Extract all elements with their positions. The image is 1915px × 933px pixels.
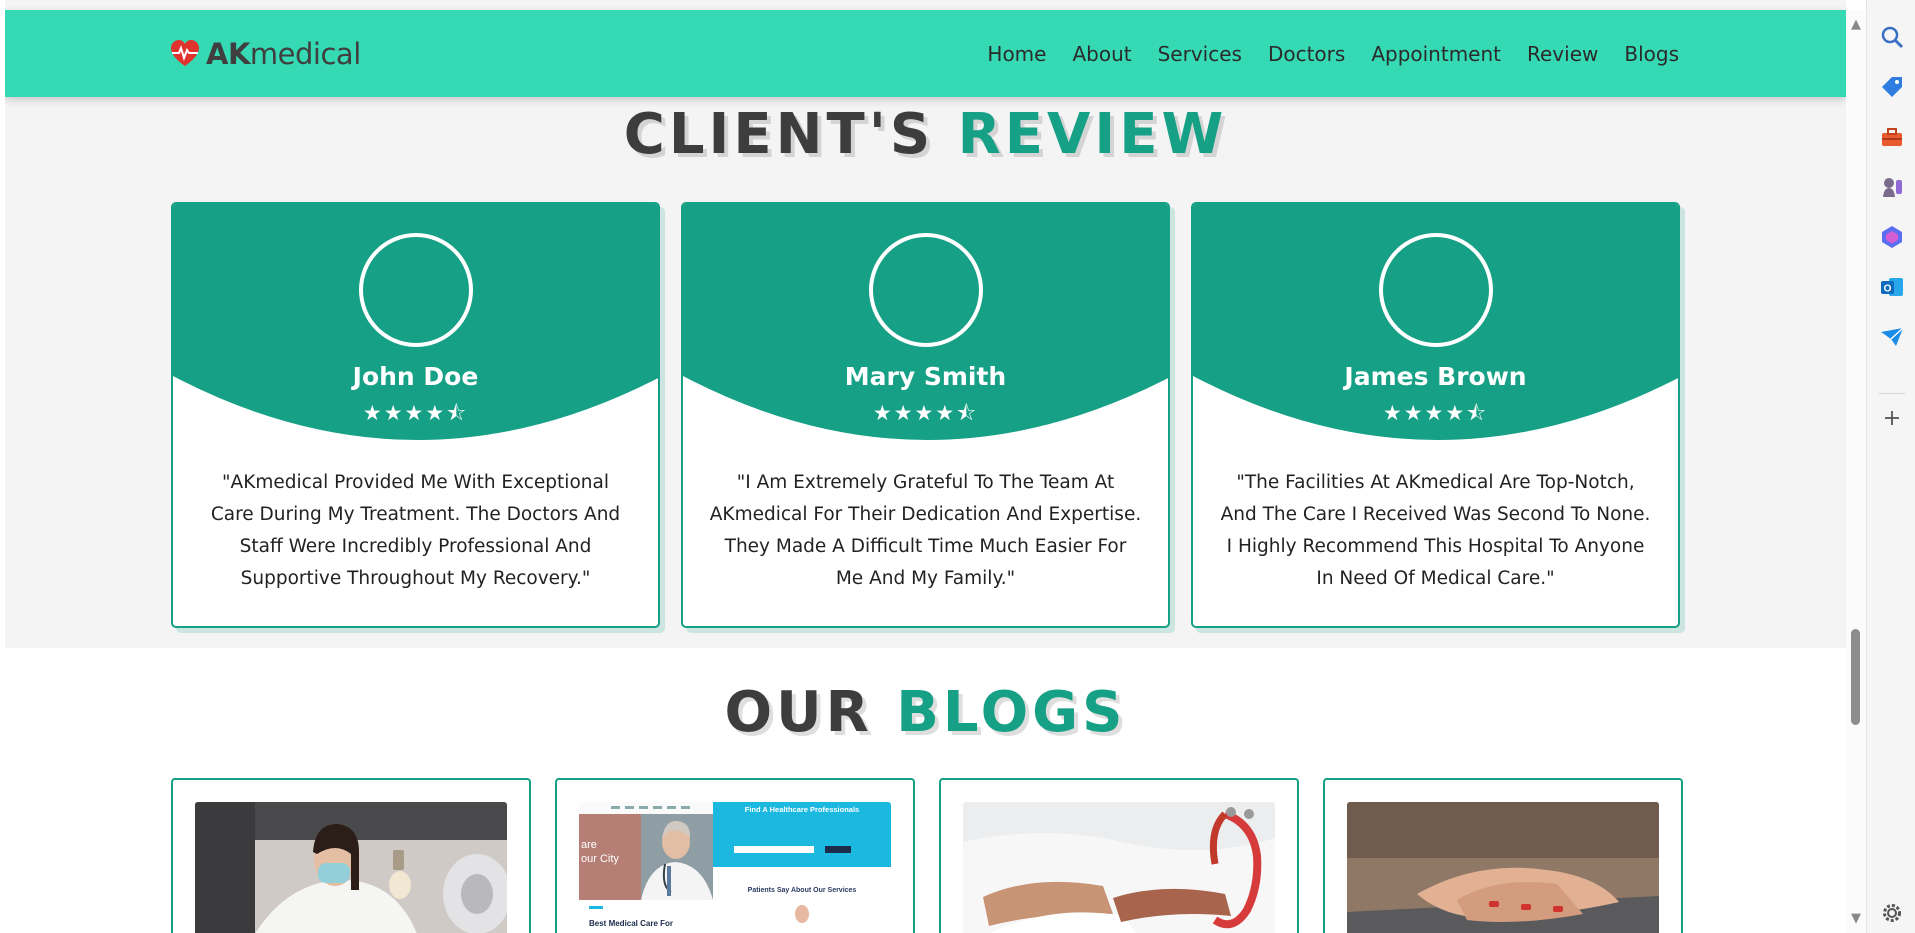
blogs-section-title: OUR BLOGS	[5, 680, 1846, 745]
heart-pulse-icon	[171, 39, 199, 66]
logo-text-bold: AK	[206, 36, 250, 71]
nav-home[interactable]: Home	[987, 42, 1046, 66]
review-section-title: CLIENT'S REVIEW	[5, 102, 1846, 167]
client-name: John Doe	[352, 362, 479, 391]
search-icon[interactable]	[1879, 24, 1905, 50]
blog-image-doctor[interactable]	[963, 802, 1275, 933]
scrollbar-thumb[interactable]	[1851, 629, 1860, 725]
send-icon[interactable]	[1879, 324, 1905, 350]
rating-stars: ★★★★⯪	[872, 401, 979, 425]
nav-services[interactable]: Services	[1158, 42, 1242, 66]
screenshot-subheading: Patients Say About Our Services	[748, 887, 857, 894]
blog-card[interactable]: are our City Find A Healthcare Professio…	[555, 778, 915, 933]
avatar	[869, 233, 983, 347]
nav-appointment[interactable]: Appointment	[1371, 42, 1501, 66]
webpage: AK medical Home About Services Doctors Ap…	[5, 0, 1846, 933]
review-quote: "The Facilities At AKmedical Are Top-Not…	[1220, 472, 1651, 589]
review-title-accent: REVIEW	[957, 102, 1228, 167]
toolbox-icon[interactable]	[1879, 124, 1905, 150]
blog-card[interactable]	[939, 778, 1299, 933]
site-logo[interactable]: AK medical	[170, 10, 361, 97]
review-card: John Doe ★★★★⯪ "AKmedical Provided Me Wi…	[171, 202, 660, 628]
outlook-icon[interactable]: O	[1879, 274, 1905, 300]
screenshot-heading: Find A Healthcare Professionals	[745, 805, 859, 814]
browser-sidebar: O	[1866, 0, 1915, 933]
review-quote: "AKmedical Provided Me With Exceptional …	[210, 472, 621, 589]
blogs-title-accent: BLOGS	[896, 680, 1127, 745]
nav-about[interactable]: About	[1072, 42, 1131, 66]
sidebar-divider	[1879, 393, 1905, 394]
logo-text-regular: medical	[249, 36, 361, 71]
blog-card[interactable]	[171, 778, 531, 933]
copilot-icon[interactable]	[1879, 224, 1905, 250]
blog-image-website[interactable]: are our City Find A Healthcare Professio…	[579, 802, 891, 933]
rating-stars: ★★★★⯪	[362, 401, 469, 425]
main-nav: Home About Services Doctors Appointment …	[961, 10, 1679, 97]
svg-text:O: O	[1884, 284, 1892, 295]
page-scrollbar[interactable]	[1846, 10, 1866, 933]
client-name: Mary Smith	[844, 362, 1007, 391]
review-card: Mary Smith ★★★★⯪ "I Am Extremely Gratefu…	[681, 202, 1170, 628]
screenshot-left-text-2: our City	[581, 853, 619, 865]
settings-icon[interactable]	[1879, 900, 1905, 926]
nav-blogs[interactable]: Blogs	[1624, 42, 1679, 66]
blogs-title-dark: OUR	[724, 680, 873, 745]
review-quote: "I Am Extremely Grateful To The Team At …	[709, 472, 1142, 589]
nav-doctors[interactable]: Doctors	[1268, 42, 1345, 66]
avatar	[359, 233, 473, 347]
screenshot-bottom-text: Best Medical Care For	[589, 919, 673, 928]
client-name: James Brown	[1344, 362, 1527, 391]
site-header: AK medical Home About Services Doctors Ap…	[5, 10, 1846, 97]
add-icon[interactable]	[1879, 405, 1905, 431]
blog-card[interactable]	[1323, 778, 1683, 933]
blog-image-laptop[interactable]	[1347, 802, 1659, 933]
review-title-dark: CLIENT'S	[623, 102, 935, 167]
nav-review[interactable]: Review	[1527, 42, 1598, 66]
avatar	[1379, 233, 1493, 347]
scroll-down-arrow-icon[interactable]: ▼	[1851, 911, 1861, 926]
tag-icon[interactable]	[1879, 74, 1905, 100]
screenshot-left-text-1: are	[581, 839, 597, 851]
review-card: James Brown ★★★★⯪ "The Facilities At AKm…	[1191, 202, 1680, 628]
scroll-up-arrow-icon[interactable]: ▲	[1851, 17, 1861, 32]
chess-icon[interactable]	[1879, 174, 1905, 200]
rating-stars: ★★★★⯪	[1382, 401, 1489, 425]
blog-image-scientist[interactable]	[195, 802, 507, 933]
